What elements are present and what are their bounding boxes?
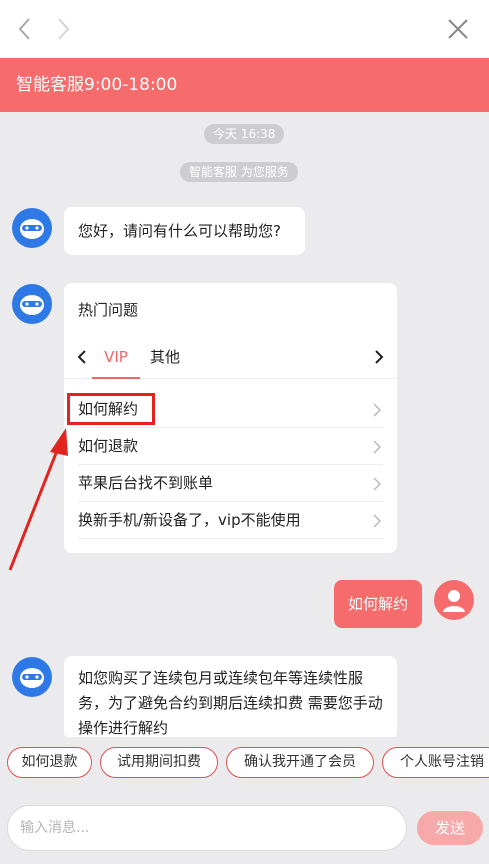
- question-label: 换新手机/新设备了，vip不能使用: [78, 511, 301, 529]
- bot-avatar-icon: [20, 219, 44, 239]
- message-input[interactable]: [7, 805, 407, 851]
- tab-vip[interactable]: VIP: [92, 343, 140, 379]
- tabs-prev-button[interactable]: [70, 343, 94, 371]
- quick-reply-chip[interactable]: 确认我开通了会员: [226, 747, 374, 778]
- bot-avatar-icon: [20, 295, 44, 315]
- message-input-bar: 发送: [0, 787, 489, 864]
- user-avatar: [434, 580, 474, 620]
- hot-questions-title: 热门问题: [78, 301, 139, 319]
- top-nav-bar: [0, 0, 489, 58]
- question-label: 如何退款: [78, 437, 139, 455]
- question-item[interactable]: 苹果后台找不到账单: [78, 465, 383, 502]
- chevron-right-icon: [373, 428, 381, 465]
- quick-reply-chip[interactable]: 个人账号注销: [382, 747, 489, 778]
- close-button[interactable]: [441, 12, 475, 46]
- question-label: 苹果后台找不到账单: [78, 474, 214, 492]
- annotation-highlight-box: [67, 393, 155, 425]
- chevron-left-icon: [77, 350, 86, 364]
- bot-avatar-icon: [20, 668, 44, 688]
- send-button[interactable]: 发送: [417, 811, 483, 845]
- bot-avatar: [12, 284, 52, 324]
- user-avatar-icon: [443, 590, 465, 612]
- back-button[interactable]: [8, 12, 42, 46]
- chat-timestamp: 今天 16:38: [204, 124, 285, 144]
- hot-questions-tabs: VIP 其他: [64, 335, 397, 379]
- service-notice: 智能客服 为您服务: [180, 162, 298, 182]
- chevron-right-icon: [373, 391, 381, 428]
- quick-reply-chip[interactable]: 试用期间扣费: [100, 747, 218, 778]
- user-message-bubble: 如何解约: [334, 580, 422, 628]
- bot-avatar: [12, 657, 52, 697]
- chevron-right-icon: [375, 350, 384, 364]
- chevron-right-icon: [373, 465, 381, 502]
- tab-other[interactable]: 其他: [150, 343, 190, 371]
- quick-reply-chip[interactable]: 如何退款: [7, 747, 92, 778]
- tabs-next-button[interactable]: [367, 343, 391, 371]
- bot-avatar: [12, 208, 52, 248]
- forward-icon: [58, 18, 70, 40]
- bot-greeting-bubble: 您好，请问有什么可以帮助您?: [64, 207, 305, 255]
- service-hours-banner: 智能客服9:00-18:00: [0, 58, 489, 112]
- question-item[interactable]: 换新手机/新设备了，vip不能使用: [78, 502, 383, 539]
- question-item[interactable]: 如何退款: [78, 428, 383, 465]
- bot-answer-bubble: 如您购买了连续包月或连续包年等连续性服务，为了避免合约到期后连续扣费 需要您手动…: [64, 656, 397, 740]
- quick-reply-bar: 如何退款 试用期间扣费 确认我开通了会员 个人账号注销: [0, 737, 489, 787]
- back-icon: [18, 18, 30, 40]
- chevron-right-icon: [373, 502, 381, 539]
- close-icon: [448, 19, 468, 39]
- forward-button[interactable]: [46, 12, 80, 46]
